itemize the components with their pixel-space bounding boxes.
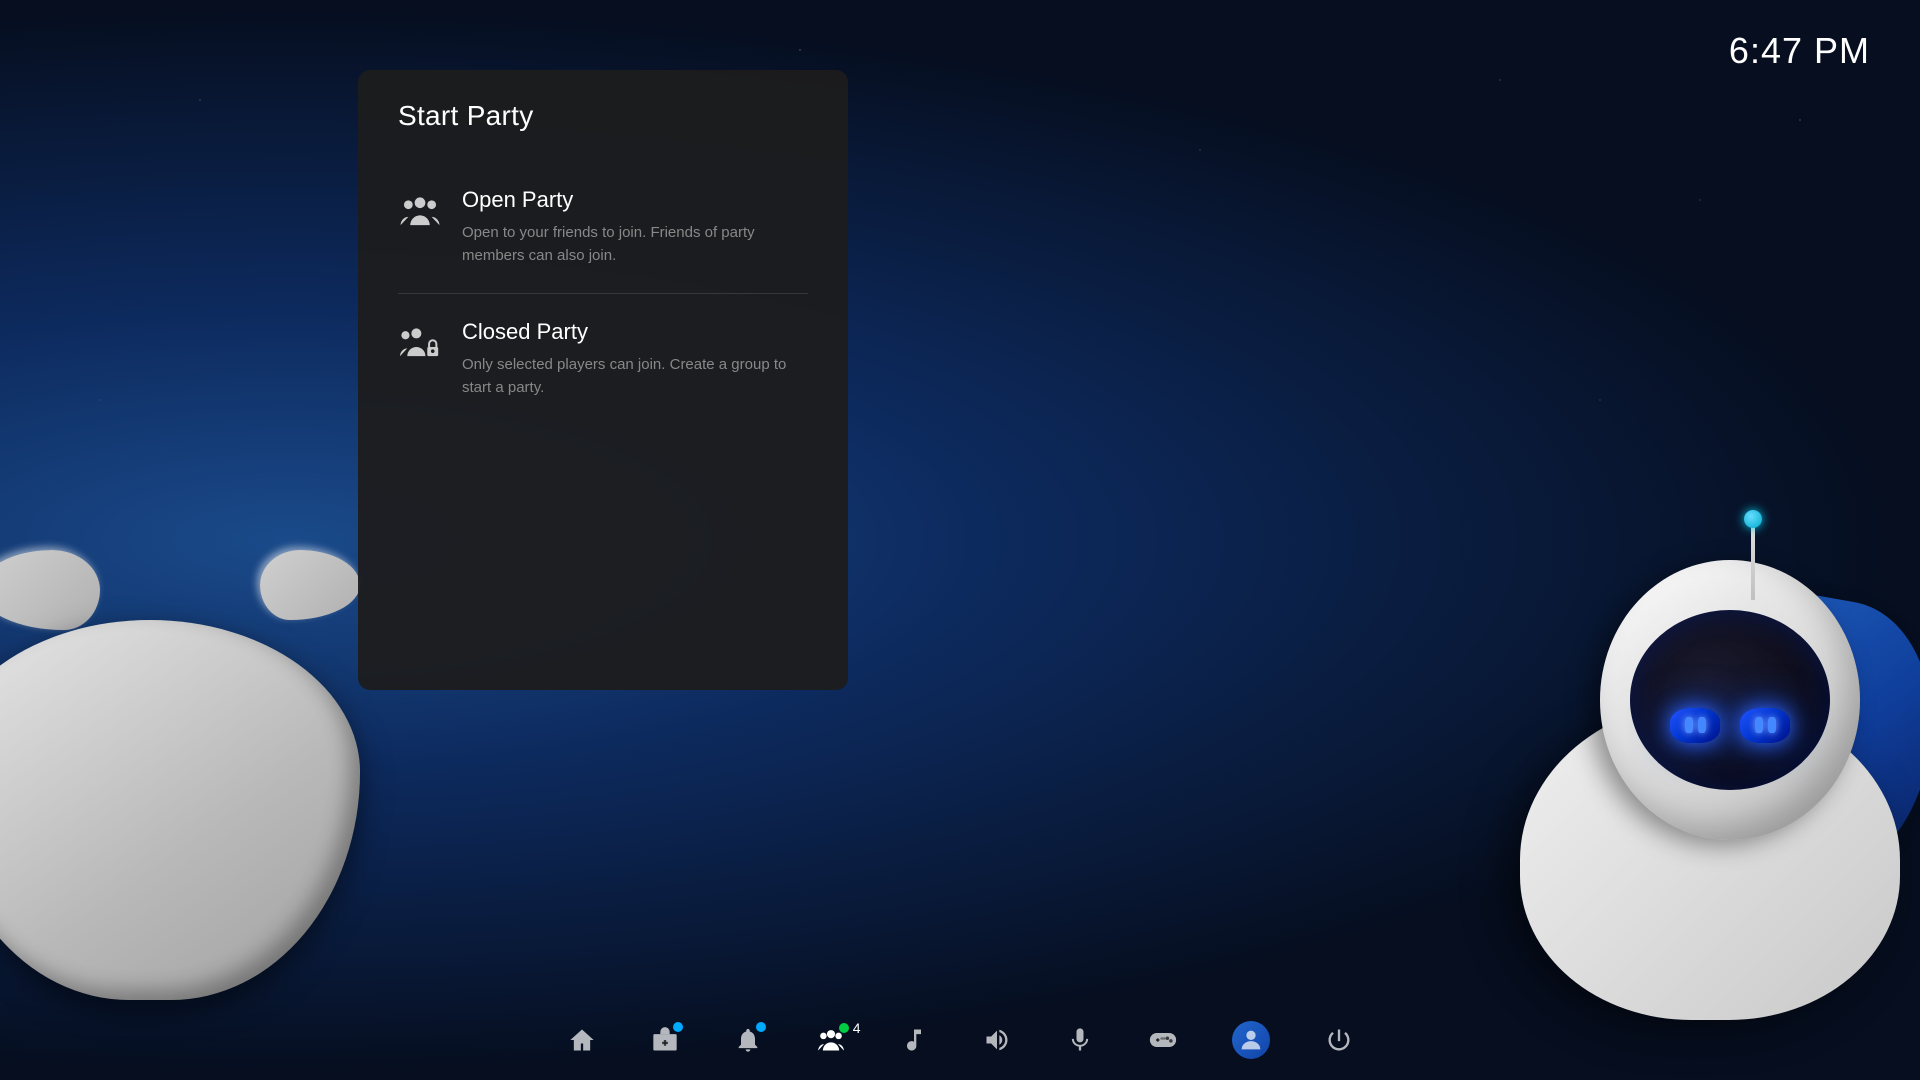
music-icon: [900, 1026, 928, 1054]
taskbar-music[interactable]: [900, 1026, 928, 1054]
option-divider: [398, 293, 808, 294]
mic-icon: [1066, 1026, 1094, 1054]
open-party-desc: Open to your friends to join. Friends of…: [462, 221, 808, 268]
taskbar-power[interactable]: [1325, 1026, 1353, 1054]
bell-notif-dot: [756, 1022, 766, 1032]
profile-avatar-img: [1237, 1026, 1265, 1054]
start-party-modal: Start Party Open Party Open to your frie…: [358, 70, 848, 690]
home-icon: [568, 1026, 596, 1054]
volume-icon: [983, 1026, 1011, 1054]
taskbar-home[interactable]: [568, 1026, 596, 1054]
taskbar-notifications[interactable]: [734, 1026, 762, 1054]
taskbar-mic[interactable]: [1066, 1026, 1094, 1054]
open-party-icon: [398, 189, 442, 233]
party-badge-count: 4: [853, 1020, 861, 1036]
open-party-text: Open Party Open to your friends to join.…: [462, 187, 808, 268]
taskbar: 4: [0, 1000, 1920, 1080]
taskbar-friends[interactable]: 4: [817, 1026, 845, 1054]
party-badge: 4: [839, 1020, 861, 1036]
taskbar-volume[interactable]: [983, 1026, 1011, 1054]
modal-title: Start Party: [398, 100, 808, 132]
closed-party-title: Closed Party: [462, 319, 808, 345]
taskbar-profile[interactable]: [1232, 1021, 1270, 1059]
closed-party-icon: [398, 321, 442, 365]
profile-avatar-icon: [1232, 1021, 1270, 1059]
store-notif-dot: [673, 1022, 683, 1032]
astro-bot-image: [1470, 420, 1920, 1020]
party-badge-dot: [839, 1023, 849, 1033]
open-party-title: Open Party: [462, 187, 808, 213]
open-party-option[interactable]: Open Party Open to your friends to join.…: [398, 167, 808, 288]
power-icon: [1325, 1026, 1353, 1054]
closed-party-desc: Only selected players can join. Create a…: [462, 353, 808, 400]
closed-party-option[interactable]: Closed Party Only selected players can j…: [398, 299, 808, 420]
controller-image: [0, 530, 400, 1030]
closed-party-text: Closed Party Only selected players can j…: [462, 319, 808, 400]
taskbar-gamepad[interactable]: [1149, 1026, 1177, 1054]
taskbar-store[interactable]: [651, 1026, 679, 1054]
clock: 6:47 PM: [1729, 30, 1870, 72]
gamepad-icon: [1149, 1026, 1177, 1054]
